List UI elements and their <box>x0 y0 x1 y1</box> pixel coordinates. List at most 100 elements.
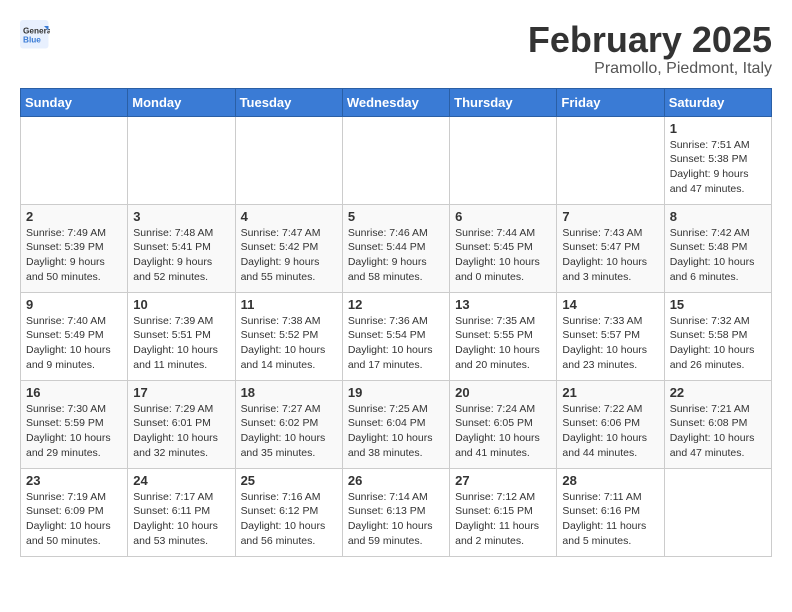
day-number: 20 <box>455 385 551 400</box>
day-info: Sunrise: 7:42 AM Sunset: 5:48 PM Dayligh… <box>670 226 766 285</box>
day-info: Sunrise: 7:25 AM Sunset: 6:04 PM Dayligh… <box>348 402 444 461</box>
calendar-cell: 20Sunrise: 7:24 AM Sunset: 6:05 PM Dayli… <box>450 380 557 468</box>
calendar-cell: 23 Sunrise: 7:19 AM Sunset: 6:09 PM Dayli… <box>21 468 128 556</box>
logo: General Blue <box>20 20 54 50</box>
calendar-day-header: Sunday <box>21 88 128 116</box>
day-info: Sunrise: 7:39 AM Sunset: 5:51 PM Dayligh… <box>133 314 229 373</box>
day-number: 22 <box>670 385 766 400</box>
calendar-cell: 5 Sunrise: 7:46 AM Sunset: 5:44 PM Daylig… <box>342 204 449 292</box>
logo-icon: General Blue <box>20 20 50 50</box>
calendar-cell: 21Sunrise: 7:22 AM Sunset: 6:06 PM Dayli… <box>557 380 664 468</box>
calendar-cell: 6 Sunrise: 7:44 AM Sunset: 5:45 PM Daylig… <box>450 204 557 292</box>
calendar-cell: 14Sunrise: 7:33 AM Sunset: 5:57 PM Dayli… <box>557 292 664 380</box>
calendar-week-row: 9Sunrise: 7:40 AM Sunset: 5:49 PM Daylig… <box>21 292 772 380</box>
day-info: Sunrise: 7:22 AM Sunset: 6:06 PM Dayligh… <box>562 402 658 461</box>
day-info: Sunrise: 7:14 AM Sunset: 6:13 PM Dayligh… <box>348 490 444 549</box>
day-number: 24 <box>133 473 229 488</box>
day-number: 6 <box>455 209 551 224</box>
calendar-cell: 10 Sunrise: 7:39 AM Sunset: 5:51 PM Dayli… <box>128 292 235 380</box>
title-section: February 2025 Pramollo, Piedmont, Italy <box>528 20 772 78</box>
calendar-cell: 26 Sunrise: 7:14 AM Sunset: 6:13 PM Dayli… <box>342 468 449 556</box>
calendar-cell: 27 Sunrise: 7:12 AM Sunset: 6:15 PM Dayli… <box>450 468 557 556</box>
day-number: 12 <box>348 297 444 312</box>
calendar-cell <box>128 116 235 204</box>
calendar-cell <box>450 116 557 204</box>
calendar-cell: 13 Sunrise: 7:35 AM Sunset: 5:55 PM Dayli… <box>450 292 557 380</box>
day-info: Sunrise: 7:32 AM Sunset: 5:58 PM Dayligh… <box>670 314 766 373</box>
calendar-cell: 9Sunrise: 7:40 AM Sunset: 5:49 PM Daylig… <box>21 292 128 380</box>
page-header: General Blue February 2025 Pramollo, Pie… <box>20 20 772 78</box>
day-number: 2 <box>26 209 122 224</box>
calendar-week-row: 1 Sunrise: 7:51 AM Sunset: 5:38 PM Daylig… <box>21 116 772 204</box>
day-number: 25 <box>241 473 337 488</box>
day-number: 27 <box>455 473 551 488</box>
calendar-cell: 11 Sunrise: 7:38 AM Sunset: 5:52 PM Dayli… <box>235 292 342 380</box>
calendar-cell: 24 Sunrise: 7:17 AM Sunset: 6:11 PM Dayli… <box>128 468 235 556</box>
calendar-day-header: Saturday <box>664 88 771 116</box>
day-number: 19 <box>348 385 444 400</box>
month-year-title: February 2025 <box>528 20 772 60</box>
day-info: Sunrise: 7:36 AM Sunset: 5:54 PM Dayligh… <box>348 314 444 373</box>
calendar-day-header: Tuesday <box>235 88 342 116</box>
calendar-cell: 2 Sunrise: 7:49 AM Sunset: 5:39 PM Daylig… <box>21 204 128 292</box>
day-number: 18 <box>241 385 337 400</box>
day-number: 16 <box>26 385 122 400</box>
calendar-day-header: Monday <box>128 88 235 116</box>
day-number: 5 <box>348 209 444 224</box>
day-info: Sunrise: 7:11 AM Sunset: 6:16 PM Dayligh… <box>562 490 658 549</box>
day-number: 23 <box>26 473 122 488</box>
day-number: 28 <box>562 473 658 488</box>
day-number: 11 <box>241 297 337 312</box>
day-info: Sunrise: 7:35 AM Sunset: 5:55 PM Dayligh… <box>455 314 551 373</box>
day-number: 26 <box>348 473 444 488</box>
day-number: 9 <box>26 297 122 312</box>
calendar-cell: 28 Sunrise: 7:11 AM Sunset: 6:16 PM Dayli… <box>557 468 664 556</box>
day-number: 13 <box>455 297 551 312</box>
calendar-cell: 16Sunrise: 7:30 AM Sunset: 5:59 PM Dayli… <box>21 380 128 468</box>
day-number: 1 <box>670 121 766 136</box>
day-info: Sunrise: 7:43 AM Sunset: 5:47 PM Dayligh… <box>562 226 658 285</box>
calendar-cell <box>21 116 128 204</box>
day-info: Sunrise: 7:12 AM Sunset: 6:15 PM Dayligh… <box>455 490 551 549</box>
day-number: 10 <box>133 297 229 312</box>
calendar-cell <box>557 116 664 204</box>
day-info: Sunrise: 7:38 AM Sunset: 5:52 PM Dayligh… <box>241 314 337 373</box>
calendar-cell: 1 Sunrise: 7:51 AM Sunset: 5:38 PM Daylig… <box>664 116 771 204</box>
calendar-cell: 4 Sunrise: 7:47 AM Sunset: 5:42 PM Daylig… <box>235 204 342 292</box>
day-number: 15 <box>670 297 766 312</box>
calendar-day-header: Friday <box>557 88 664 116</box>
day-info: Sunrise: 7:47 AM Sunset: 5:42 PM Dayligh… <box>241 226 337 285</box>
calendar-cell <box>664 468 771 556</box>
day-info: Sunrise: 7:16 AM Sunset: 6:12 PM Dayligh… <box>241 490 337 549</box>
calendar-cell: 15 Sunrise: 7:32 AM Sunset: 5:58 PM Dayli… <box>664 292 771 380</box>
calendar-week-row: 16Sunrise: 7:30 AM Sunset: 5:59 PM Dayli… <box>21 380 772 468</box>
calendar-cell <box>235 116 342 204</box>
calendar-cell <box>342 116 449 204</box>
day-info: Sunrise: 7:46 AM Sunset: 5:44 PM Dayligh… <box>348 226 444 285</box>
calendar-table: SundayMondayTuesdayWednesdayThursdayFrid… <box>20 88 772 557</box>
calendar-cell: 25 Sunrise: 7:16 AM Sunset: 6:12 PM Dayli… <box>235 468 342 556</box>
calendar-header-row: SundayMondayTuesdayWednesdayThursdayFrid… <box>21 88 772 116</box>
day-info: Sunrise: 7:17 AM Sunset: 6:11 PM Dayligh… <box>133 490 229 549</box>
day-number: 17 <box>133 385 229 400</box>
calendar-week-row: 23 Sunrise: 7:19 AM Sunset: 6:09 PM Dayli… <box>21 468 772 556</box>
day-info: Sunrise: 7:44 AM Sunset: 5:45 PM Dayligh… <box>455 226 551 285</box>
calendar-cell: 7Sunrise: 7:43 AM Sunset: 5:47 PM Daylig… <box>557 204 664 292</box>
calendar-cell: 22 Sunrise: 7:21 AM Sunset: 6:08 PM Dayli… <box>664 380 771 468</box>
day-info: Sunrise: 7:21 AM Sunset: 6:08 PM Dayligh… <box>670 402 766 461</box>
day-number: 3 <box>133 209 229 224</box>
svg-text:Blue: Blue <box>23 36 41 45</box>
day-info: Sunrise: 7:51 AM Sunset: 5:38 PM Dayligh… <box>670 138 766 197</box>
location-subtitle: Pramollo, Piedmont, Italy <box>528 60 772 78</box>
calendar-cell: 3Sunrise: 7:48 AM Sunset: 5:41 PM Daylig… <box>128 204 235 292</box>
calendar-cell: 12 Sunrise: 7:36 AM Sunset: 5:54 PM Dayli… <box>342 292 449 380</box>
calendar-day-header: Thursday <box>450 88 557 116</box>
day-info: Sunrise: 7:29 AM Sunset: 6:01 PM Dayligh… <box>133 402 229 461</box>
day-info: Sunrise: 7:19 AM Sunset: 6:09 PM Dayligh… <box>26 490 122 549</box>
calendar-cell: 19 Sunrise: 7:25 AM Sunset: 6:04 PM Dayli… <box>342 380 449 468</box>
calendar-cell: 8 Sunrise: 7:42 AM Sunset: 5:48 PM Daylig… <box>664 204 771 292</box>
day-info: Sunrise: 7:49 AM Sunset: 5:39 PM Dayligh… <box>26 226 122 285</box>
calendar-cell: 17 Sunrise: 7:29 AM Sunset: 6:01 PM Dayli… <box>128 380 235 468</box>
day-number: 8 <box>670 209 766 224</box>
day-number: 4 <box>241 209 337 224</box>
